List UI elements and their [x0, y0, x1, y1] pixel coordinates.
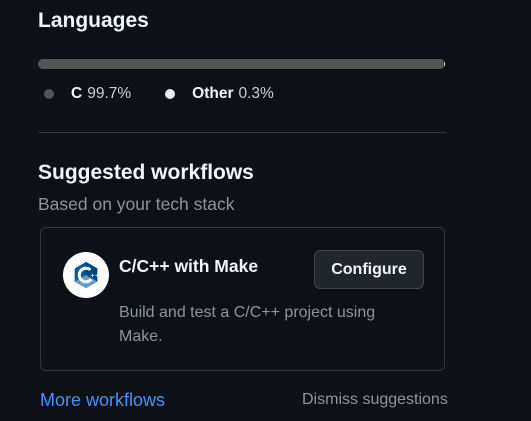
svg-text:++: ++ [90, 273, 100, 279]
language-bar-segment-other [443, 59, 445, 69]
language-item-c[interactable]: C 99.7% [44, 84, 131, 104]
language-dot-icon [165, 89, 176, 99]
language-legend: C 99.7% Other 0.3% [44, 84, 308, 104]
language-name: C [71, 85, 83, 102]
configure-button[interactable]: Configure [314, 250, 424, 289]
cpp-logo-icon: ++ [63, 252, 109, 298]
language-percent: 99.7% [87, 85, 132, 102]
workflow-name: C/C++ with Make [119, 256, 259, 276]
cpp-logo-svg: ++ [74, 261, 100, 289]
repo-sidebar: Languages C 99.7% Other 0.3% Suggested w… [0, 0, 531, 421]
languages-heading: Languages [38, 9, 149, 32]
dismiss-suggestions-button[interactable]: Dismiss suggestions [302, 390, 448, 410]
language-bar-segment-c [38, 59, 443, 69]
suggested-workflows-heading: Suggested workflows [38, 161, 254, 184]
more-workflows-link[interactable]: More workflows [40, 389, 165, 411]
section-divider [38, 132, 446, 133]
suggested-workflows-subtitle: Based on your tech stack [38, 194, 235, 214]
language-name: Other [192, 85, 234, 102]
language-bar [38, 59, 445, 69]
language-percent: 0.3% [238, 85, 274, 102]
workflow-description: Build and test a C/C++ project using Mak… [119, 304, 376, 345]
workflow-card: ++ C/C++ with Make Configure Build and t… [40, 227, 445, 371]
language-dot-icon [44, 89, 54, 99]
language-item-other[interactable]: Other 0.3% [165, 84, 274, 104]
